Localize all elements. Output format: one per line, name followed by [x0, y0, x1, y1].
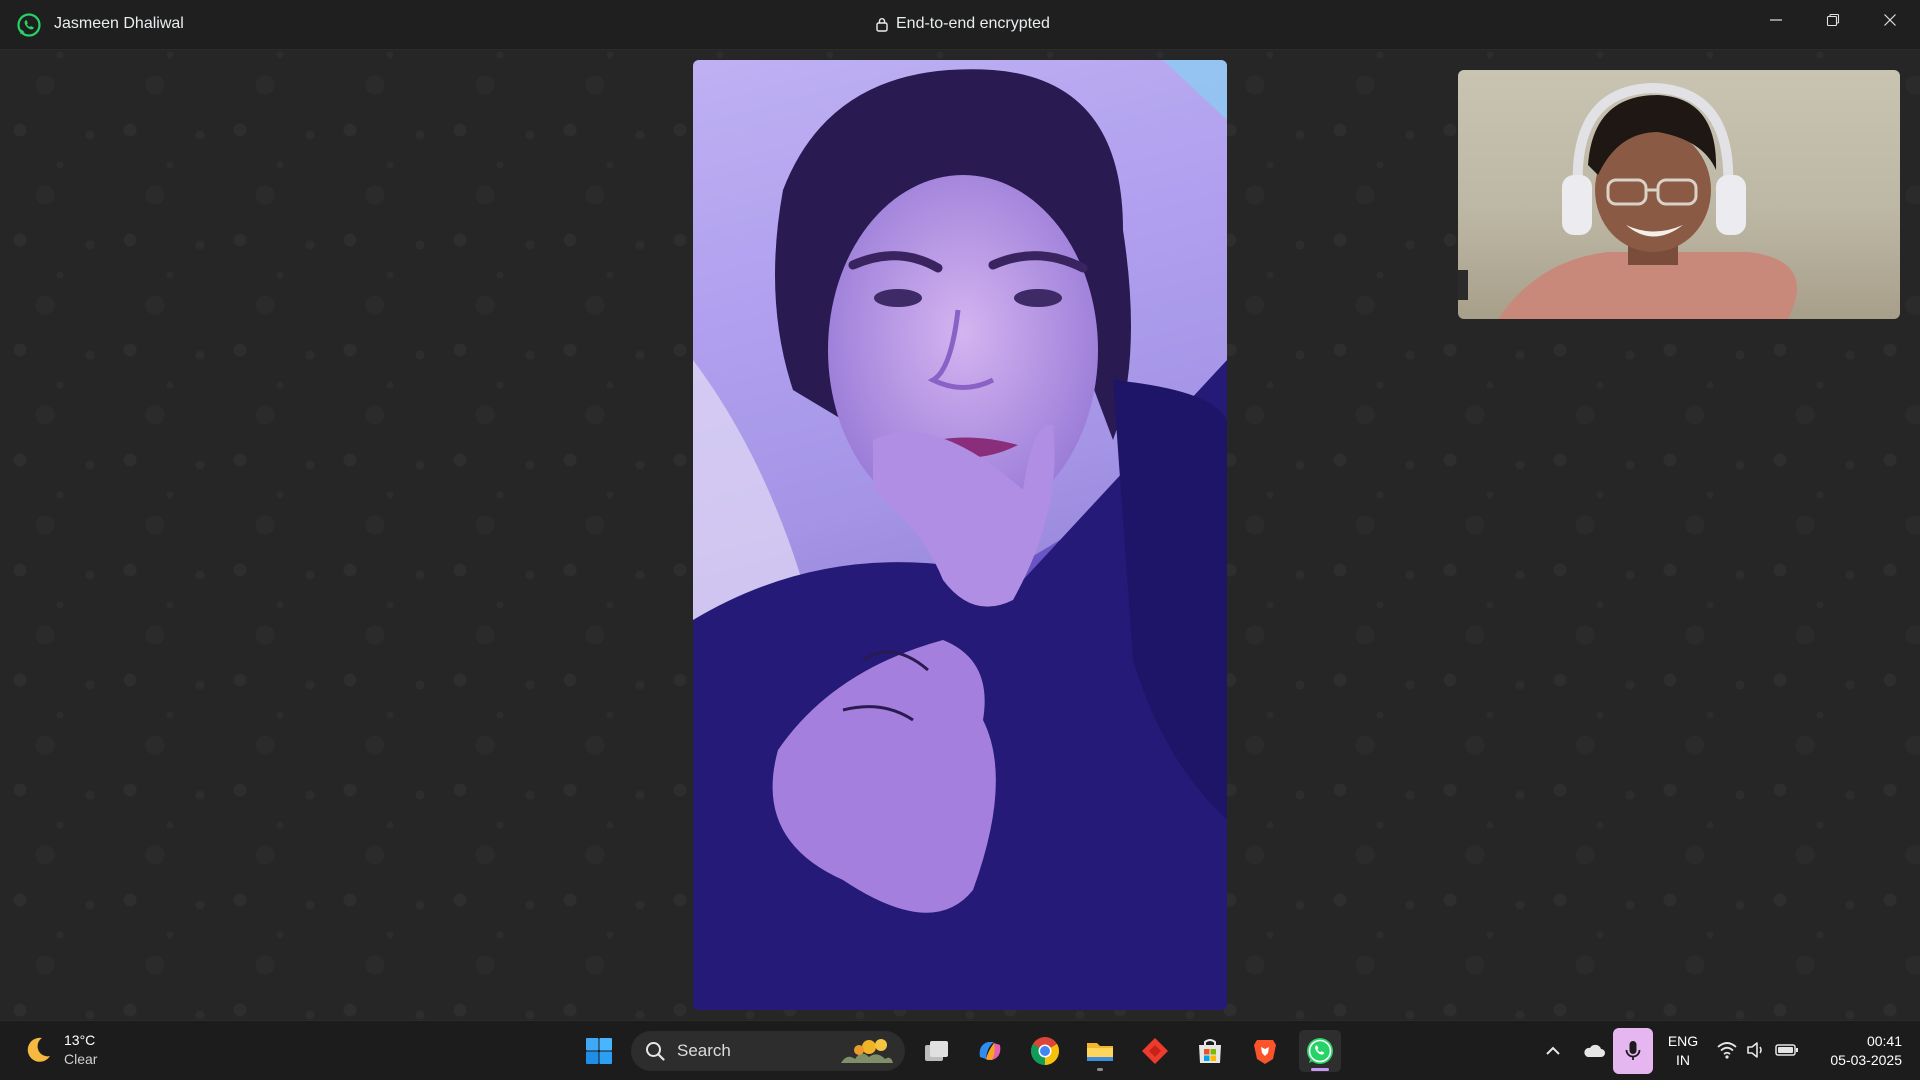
- encryption-label: End-to-end encrypted: [896, 15, 1050, 32]
- chrome-button[interactable]: [1024, 1030, 1066, 1072]
- self-video-image: [1458, 82, 1797, 319]
- volume-icon[interactable]: [1745, 1039, 1767, 1061]
- brave-button[interactable]: [1244, 1030, 1286, 1072]
- lock-icon: [876, 17, 888, 32]
- task-view-icon: [925, 1041, 948, 1061]
- clock[interactable]: 00:41 05-03-2025: [1800, 1032, 1902, 1070]
- store-icon: [1199, 1039, 1221, 1063]
- minimize-icon: [1770, 19, 1782, 21]
- whatsapp-logo-icon: [17, 13, 41, 37]
- moon-icon: [27, 1037, 50, 1062]
- call-window: Jasmeen Dhaliwal End-to-end encrypted: [0, 0, 1920, 1020]
- remote-video-feed: [693, 60, 1227, 1010]
- microsoft-store-button[interactable]: [1189, 1030, 1231, 1072]
- language-code: ENG: [1667, 1033, 1699, 1049]
- microphone-icon: [1625, 1041, 1641, 1060]
- clock-date: 05-03-2025: [1830, 1052, 1902, 1068]
- wifi-icon[interactable]: [1716, 1039, 1738, 1061]
- input-language-indicator[interactable]: ENG IN: [1666, 1032, 1700, 1070]
- weather-condition: Clear: [64, 1051, 98, 1067]
- chevron-up-icon[interactable]: [1541, 1039, 1565, 1063]
- taskbar: 13°C Clear Search ENG IN 00:41 05-03-202…: [0, 1020, 1920, 1080]
- weather-temperature: 13°C: [64, 1032, 96, 1048]
- search-highlight-illustration-icon: [841, 1039, 893, 1063]
- onedrive-cloud-icon[interactable]: [1582, 1039, 1606, 1063]
- remote-video-image: [693, 60, 1227, 1010]
- whatsapp-icon: [1307, 1038, 1333, 1064]
- search-icon: [646, 1042, 665, 1061]
- taskbar-search[interactable]: Search: [631, 1031, 905, 1071]
- title-bar[interactable]: Jasmeen Dhaliwal End-to-end encrypted: [0, 0, 1920, 50]
- search-label: Search: [677, 1041, 731, 1060]
- close-icon: [1884, 14, 1896, 26]
- weather-widget[interactable]: 13°C Clear: [22, 1031, 97, 1069]
- anydesk-icon: [1142, 1038, 1168, 1064]
- running-indicator: [1097, 1068, 1103, 1071]
- anydesk-button[interactable]: [1134, 1030, 1176, 1072]
- microphone-in-use-button[interactable]: [1613, 1028, 1653, 1074]
- chrome-icon: [1031, 1037, 1059, 1065]
- whatsapp-taskbar-button[interactable]: [1299, 1030, 1341, 1072]
- self-video-preview: [1458, 70, 1900, 319]
- close-button[interactable]: [1862, 0, 1918, 40]
- minimize-button[interactable]: [1748, 0, 1804, 40]
- encryption-status: End-to-end encrypted: [876, 15, 1050, 33]
- clock-time: 00:41: [1866, 1033, 1902, 1049]
- windows-logo-icon: [586, 1038, 612, 1064]
- folder-icon: [1087, 1043, 1113, 1061]
- brave-icon: [1254, 1040, 1276, 1064]
- copilot-button[interactable]: [969, 1030, 1011, 1072]
- copilot-icon: [979, 1042, 1001, 1060]
- file-explorer-button[interactable]: [1079, 1030, 1121, 1072]
- restore-icon: [1826, 13, 1840, 27]
- restore-button[interactable]: [1805, 0, 1861, 40]
- language-region: IN: [1676, 1052, 1690, 1068]
- contact-name: Jasmeen Dhaliwal: [54, 15, 184, 32]
- start-button[interactable]: [578, 1030, 620, 1072]
- battery-icon[interactable]: [1775, 1041, 1799, 1059]
- task-view-button[interactable]: [915, 1030, 957, 1072]
- active-indicator: [1311, 1068, 1329, 1071]
